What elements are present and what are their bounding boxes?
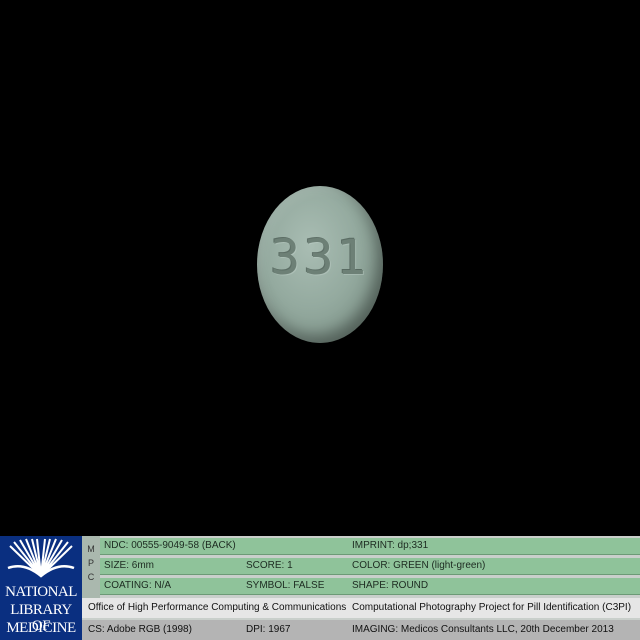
size-value: SIZE: 6mm (104, 560, 155, 571)
logo-line-1: NATIONAL (5, 584, 77, 600)
label-footer: NATIONAL LIBRARY OF MEDICINE M P C NDC: … (0, 536, 640, 640)
meta-row: CS: Adobe RGB (1998) DPI: 1967 IMAGING: … (82, 620, 640, 640)
pill-tablet: 331 (257, 186, 383, 343)
nlm-logo: NATIONAL LIBRARY OF MEDICINE (0, 536, 82, 640)
imaging-value: IMAGING: Medicos Consultants LLC, 20th D… (352, 624, 614, 635)
office-left: Office of High Performance Computing & C… (88, 602, 347, 613)
color-space-value: CS: Adobe RGB (1998) (88, 624, 192, 635)
symbol-value: SYMBOL: FALSE (246, 580, 325, 591)
book-fan-icon (7, 538, 75, 578)
info-row-size: SIZE: 6mm SCORE: 1 COLOR: GREEN (light-g… (100, 558, 640, 575)
score-value: SCORE: 1 (246, 560, 293, 571)
ndc-value: NDC: 00555-9049-58 (BACK) (104, 540, 236, 551)
mpc-letter-c: C (87, 572, 95, 582)
mpc-letter-m: M (87, 544, 95, 554)
mpc-letter-p: P (87, 558, 94, 568)
color-value: COLOR: GREEN (light-green) (352, 560, 486, 571)
info-row-coating: COATING: N/A SYMBOL: FALSE SHAPE: ROUND (100, 578, 640, 595)
imprint-value: IMPRINT: dp;331 (352, 540, 429, 551)
shape-value: SHAPE: ROUND (352, 580, 429, 591)
info-row-ndc: NDC: 00555-9049-58 (BACK) IMPRINT: dp;33… (100, 538, 640, 555)
pill-imprint: 331 (269, 230, 371, 286)
pill-photo: 331 (0, 0, 640, 536)
office-row: Office of High Performance Computing & C… (82, 598, 640, 618)
dpi-value: DPI: 1967 (246, 624, 291, 635)
coating-value: COATING: N/A (104, 580, 172, 591)
mpc-column: M P C (82, 536, 100, 600)
logo-line-3: MEDICINE (6, 620, 76, 636)
office-right: Computational Photography Project for Pi… (352, 602, 632, 613)
